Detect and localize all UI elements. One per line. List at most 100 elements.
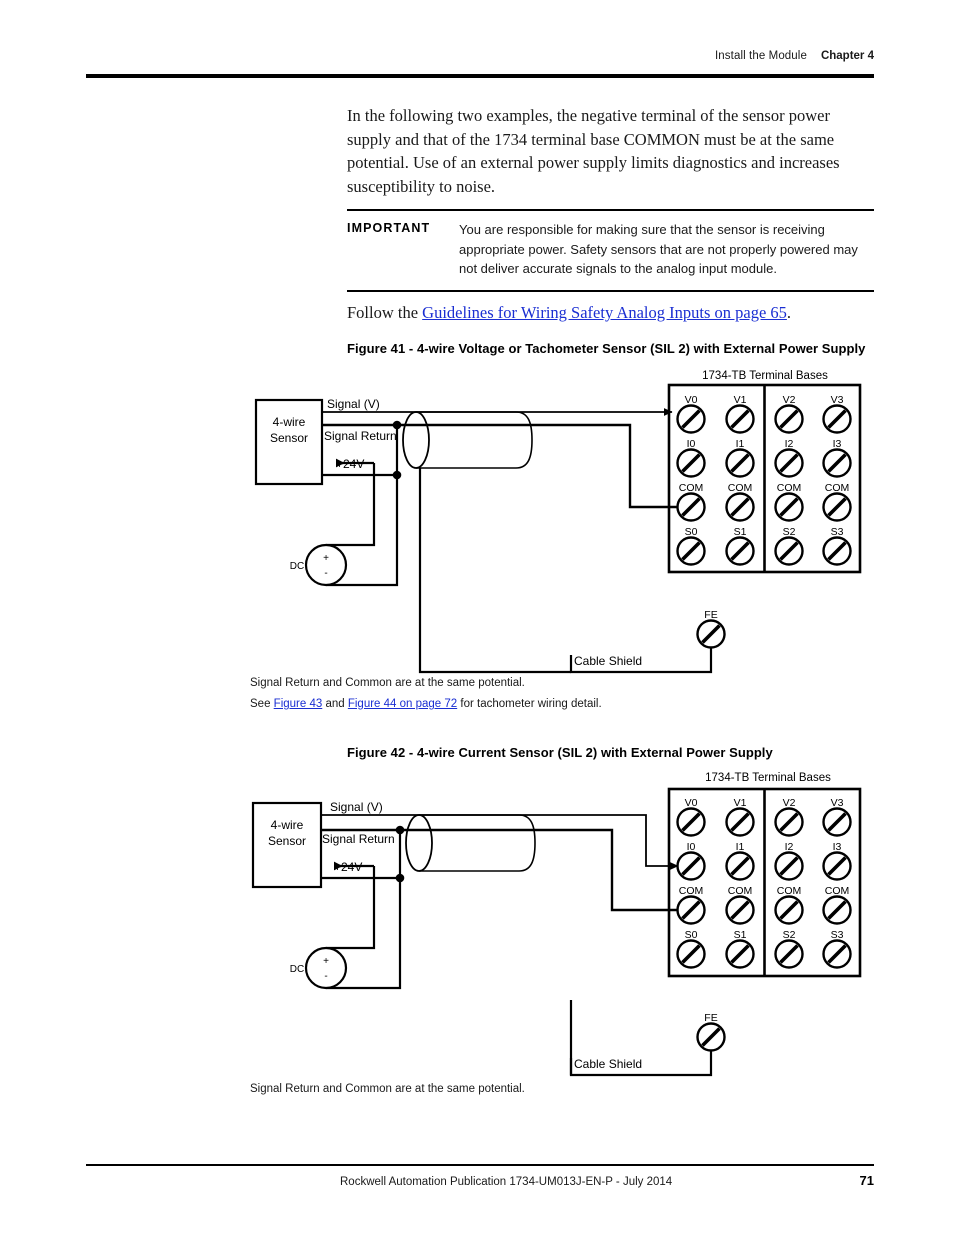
figure-41-dc-source: + - DC — [290, 543, 348, 587]
terminal-screw-v0[interactable] — [676, 807, 706, 837]
terminal-label-s2: S2 — [783, 929, 796, 941]
terminal-screw-s0[interactable] — [676, 939, 706, 969]
figure-42-wire-dc-negative — [326, 830, 402, 990]
terminal-label-com0: COM — [679, 482, 704, 494]
terminal-label-s0: S0 — [685, 526, 698, 538]
figure-42-wire-signal-return — [321, 828, 678, 912]
terminal-screw-com3[interactable] — [822, 492, 852, 522]
terminal-label-v0: V0 — [685, 394, 698, 406]
terminal-screw-com2[interactable] — [774, 492, 804, 522]
terminal-screw-com2[interactable] — [774, 895, 804, 925]
terminal-screw-s2[interactable] — [774, 536, 804, 566]
figure-43-link[interactable]: Figure 43 — [274, 698, 323, 710]
terminal-label-s3: S3 — [831, 526, 844, 538]
terminal-screw-v1[interactable] — [725, 807, 755, 837]
figure-42-sensor-label-line2: Sensor — [268, 834, 306, 848]
figure-42-terminal-row-s: S0 S1 S2 S3 — [676, 929, 852, 969]
figure-41-wire-signal-return — [322, 423, 678, 509]
figure-42-wire-shield-to-fe — [569, 1051, 713, 1077]
figure-41-dc-label: DC — [290, 561, 304, 572]
figure-41-terminal-row-s: S0 S1 S2 S3 — [676, 526, 852, 566]
terminal-label-v2: V2 — [783, 394, 796, 406]
figure-41-sensor-box — [254, 398, 324, 486]
terminal-screw-s3[interactable] — [822, 939, 852, 969]
terminal-screw-s3[interactable] — [822, 536, 852, 566]
figure-42-dc-minus: - — [324, 971, 327, 982]
figure-41-cable — [402, 411, 533, 469]
terminal-screw-v2[interactable] — [774, 404, 804, 434]
footer-page-number: 71 — [859, 1173, 874, 1188]
terminal-label-i3: I3 — [833, 438, 842, 450]
follow-suffix: . — [786, 303, 792, 322]
terminal-label-s0: S0 — [685, 929, 698, 941]
footer-publication: Rockwell Automation Publication 1734-UM0… — [340, 1176, 673, 1188]
figure-42-cable — [405, 814, 536, 872]
figure-41-terminal-row-com: COM COM COM COM — [676, 482, 852, 522]
terminal-screw-i0[interactable] — [676, 851, 706, 881]
terminal-screw-i1[interactable] — [725, 851, 755, 881]
page-header: Install the Module Chapter 4 — [86, 50, 874, 62]
terminal-label-i3: I3 — [833, 841, 842, 853]
terminal-label-i1: I1 — [736, 841, 745, 853]
figure-41-wire-dc-positive — [326, 463, 376, 547]
figure-41-terminal-header: 1734-TB Terminal Bases — [702, 370, 828, 382]
guidelines-link[interactable]: Guidelines for Wiring Safety Analog Inpu… — [422, 303, 787, 322]
terminal-label-com2: COM — [777, 885, 802, 897]
figure-41-cable-shield-label: Cable Shield — [574, 654, 642, 668]
terminal-screw-v3[interactable] — [822, 807, 852, 837]
terminal-screw-i3[interactable] — [822, 448, 852, 478]
terminal-screw-v3[interactable] — [822, 404, 852, 434]
figure-42-label-signal-return: Signal Return — [322, 832, 395, 846]
figure-41-wire-dc-negative — [326, 425, 399, 587]
figure-42-dc-plus: + — [323, 956, 329, 967]
figure-42-note-potential: Signal Return and Common are at the same… — [250, 1083, 525, 1095]
terminal-label-s3: S3 — [831, 929, 844, 941]
terminal-screw-v2[interactable] — [774, 807, 804, 837]
terminal-screw-s1[interactable] — [725, 939, 755, 969]
figure-41-wire-cable-shield — [418, 468, 571, 674]
terminal-screw-i1[interactable] — [725, 448, 755, 478]
terminal-screw-s0[interactable] — [676, 536, 706, 566]
terminal-screw-com1[interactable] — [725, 492, 755, 522]
figure-42-fe-terminal[interactable] — [696, 1022, 726, 1052]
terminal-label-com2: COM — [777, 482, 802, 494]
terminal-screw-com1[interactable] — [725, 895, 755, 925]
terminal-screw-v1[interactable] — [725, 404, 755, 434]
terminal-label-i2: I2 — [785, 438, 794, 450]
figure-41-caption: Figure 41 - 4-wire Voltage or Tachometer… — [347, 341, 866, 356]
figure-44-link[interactable]: Figure 44 on page 72 — [348, 698, 457, 710]
terminal-screw-s2[interactable] — [774, 939, 804, 969]
terminal-label-i1: I1 — [736, 438, 745, 450]
figure-42-label-signal: Signal (V) — [330, 800, 383, 814]
terminal-screw-i2[interactable] — [774, 448, 804, 478]
terminal-label-v3: V3 — [831, 797, 844, 809]
figure-42-cable-shield-label: Cable Shield — [574, 1057, 642, 1071]
figure-41-terminal-block — [667, 383, 862, 574]
terminal-screw-com3[interactable] — [822, 895, 852, 925]
figure-41-sensor-label-line1: 4-wire — [273, 415, 306, 429]
terminal-label-i0: I0 — [687, 438, 696, 450]
terminal-screw-com0[interactable] — [676, 895, 706, 925]
figure-42-terminal-row-com: COM COM COM COM — [676, 885, 852, 925]
header-section-title: Install the Module — [715, 50, 807, 62]
figure-41-wire-shield-to-fe — [569, 648, 713, 674]
figure-42-terminal-header: 1734-TB Terminal Bases — [705, 772, 831, 784]
terminal-screw-i3[interactable] — [822, 851, 852, 881]
figure-42-caption: Figure 42 - 4-wire Current Sensor (SIL 2… — [347, 745, 773, 760]
terminal-label-v2: V2 — [783, 797, 796, 809]
terminal-screw-v0[interactable] — [676, 404, 706, 434]
terminal-screw-i0[interactable] — [676, 448, 706, 478]
figure-41-fe-terminal[interactable] — [696, 619, 726, 649]
important-label: IMPORTANT — [347, 221, 431, 235]
footer-rule — [86, 1164, 874, 1166]
figure-42-junction-return — [395, 825, 405, 835]
follow-prefix: Follow the — [347, 303, 423, 322]
terminal-screw-i2[interactable] — [774, 851, 804, 881]
figure-42-diagram: 1734-TB Terminal Bases V0 V1 V2 V3 I0 I1… — [251, 772, 862, 1077]
terminal-label-com3: COM — [825, 482, 850, 494]
figure-41-note-see: See Figure 43 and Figure 44 on page 72 f… — [250, 698, 602, 710]
terminal-label-s2: S2 — [783, 526, 796, 538]
terminal-screw-s1[interactable] — [725, 536, 755, 566]
terminal-screw-com0[interactable] — [676, 492, 706, 522]
terminal-label-i2: I2 — [785, 841, 794, 853]
